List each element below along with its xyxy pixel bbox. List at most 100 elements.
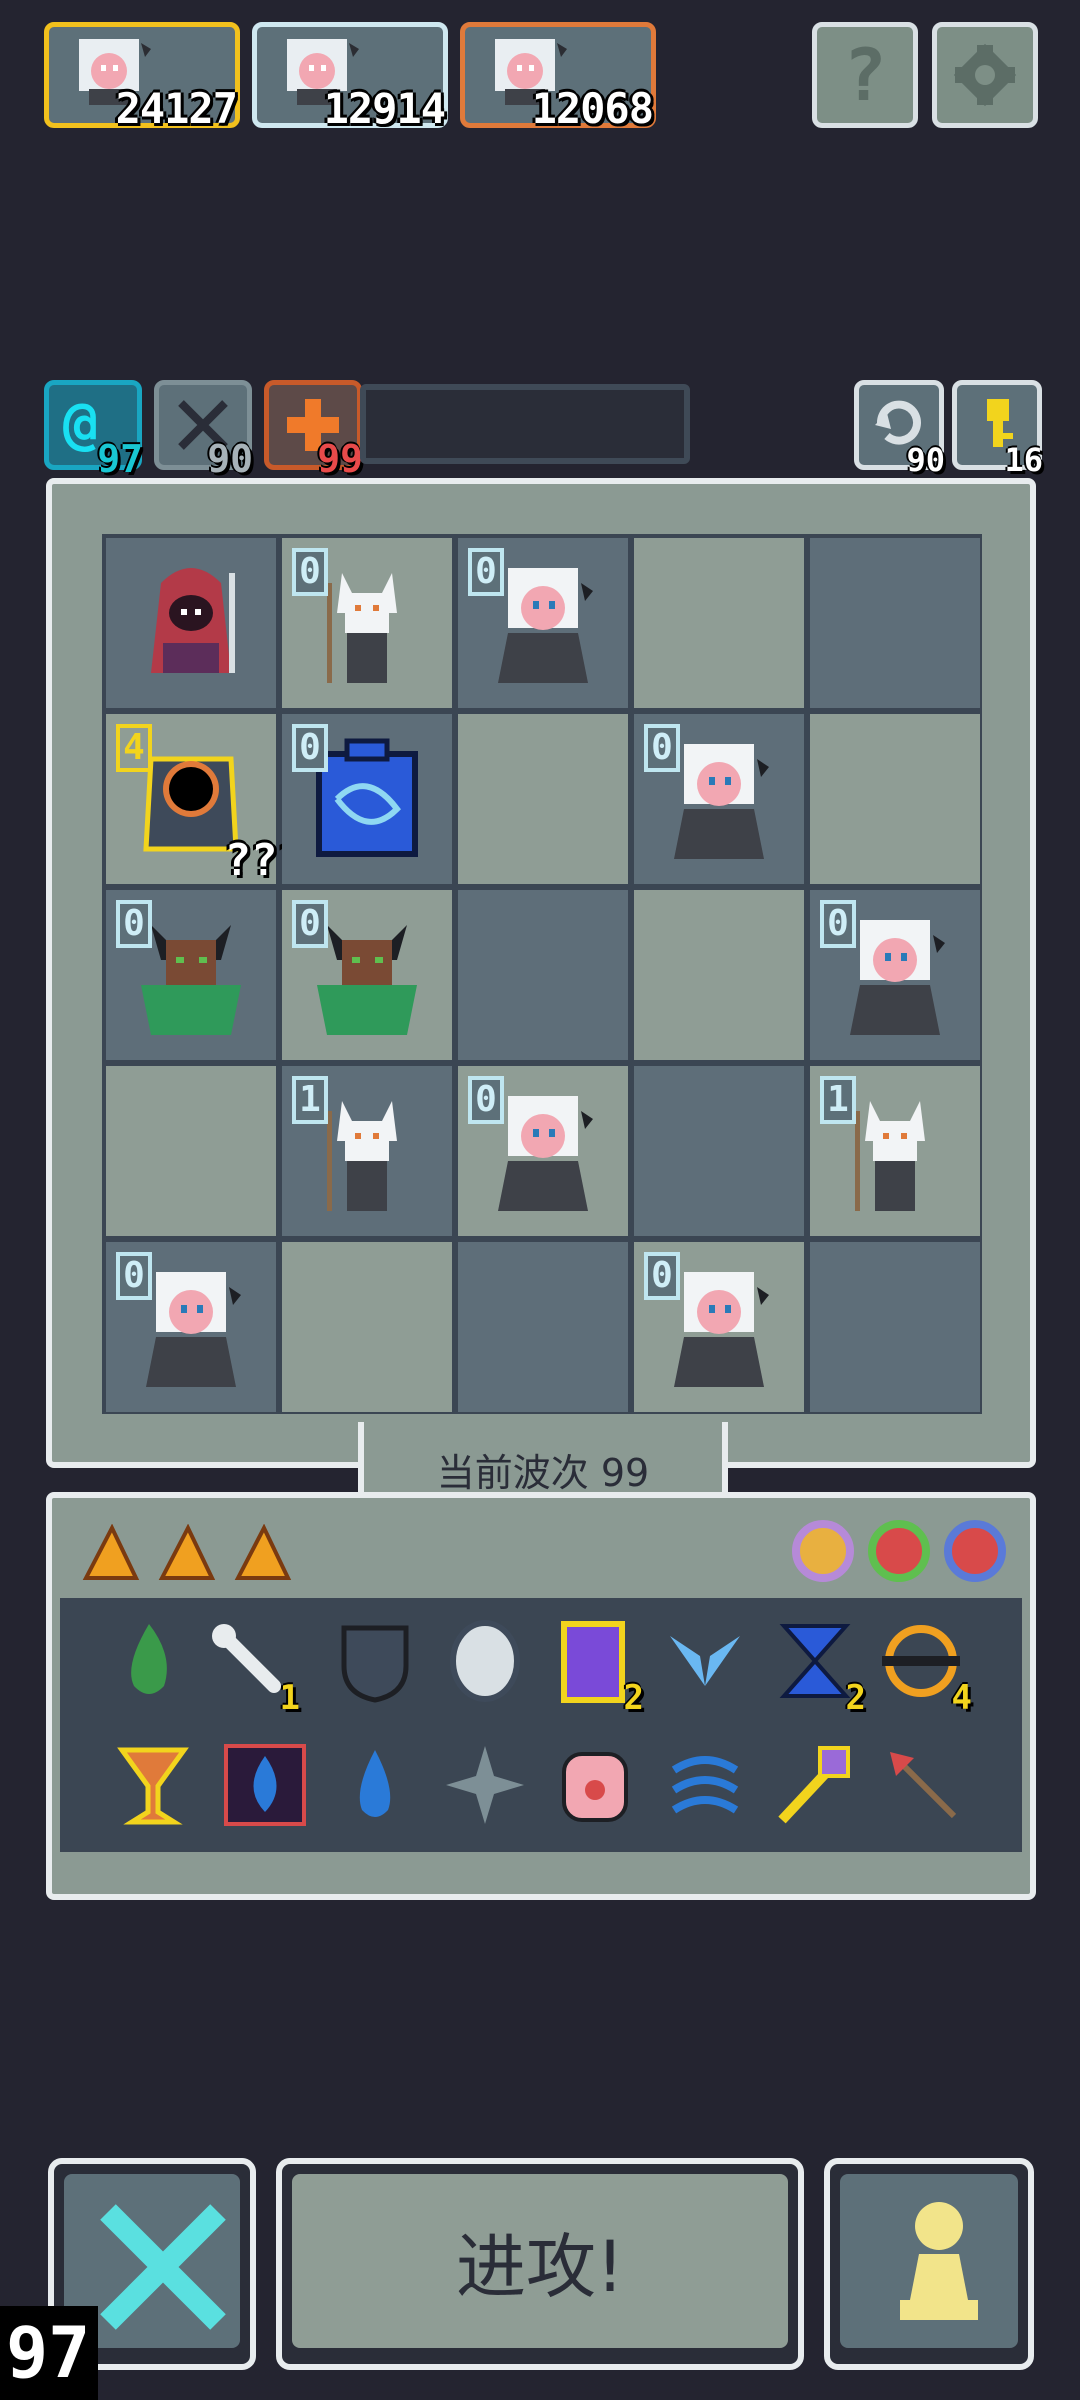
unit-level: 1 [820, 1076, 856, 1124]
board-cell[interactable] [634, 890, 804, 1060]
water-tome-item[interactable] [220, 1740, 310, 1830]
shuriken-icon [446, 1746, 524, 1824]
blue-orb-icon[interactable] [944, 1520, 1006, 1582]
attack-button[interactable]: 进攻! [276, 2158, 804, 2370]
shard-icon[interactable] [158, 1524, 216, 1582]
pawn-button[interactable] [824, 2158, 1034, 2370]
purple-orb-icon[interactable] [792, 1520, 854, 1582]
item-count: 2 [845, 1678, 866, 1718]
board-cell[interactable] [282, 1242, 452, 1412]
gear-icon [953, 43, 1017, 107]
chalice-icon [117, 1747, 189, 1825]
ring-orb-item[interactable]: 4 [876, 1616, 972, 1718]
board-cell[interactable] [634, 538, 804, 708]
potion-jar-item[interactable]: 2 [548, 1616, 644, 1718]
board-cell[interactable]: 0 [458, 538, 628, 708]
stat-sword[interactable]: 90 [154, 380, 253, 481]
shard-icon[interactable] [82, 1524, 140, 1582]
board-cell[interactable]: 0 [106, 1242, 276, 1412]
hero-score: 12914 [323, 84, 446, 133]
board-cell[interactable] [634, 1066, 804, 1236]
unit-level: 0 [644, 724, 680, 772]
board-cell[interactable] [106, 1066, 276, 1236]
board-cell[interactable] [810, 714, 980, 884]
shield-icon [341, 1625, 409, 1703]
board-cell[interactable] [458, 714, 628, 884]
board-cell[interactable]: 0 [634, 1242, 804, 1412]
unit-level: 0 [468, 1076, 504, 1124]
refresh-button[interactable]: 90 [854, 380, 945, 479]
unit-level: 4 [116, 724, 152, 772]
settings-button[interactable] [932, 22, 1038, 128]
unit-level: 0 [292, 724, 328, 772]
hero-card-1[interactable]: 24127 [44, 22, 240, 133]
refresh-count: 90 [906, 441, 945, 479]
water-tome-icon [224, 1744, 306, 1826]
unit-level: 0 [292, 900, 328, 948]
attack-label: 进攻! [455, 2225, 625, 2308]
board-cell[interactable] [106, 538, 276, 708]
water-drop-icon [359, 1750, 391, 1817]
unit-level: 0 [116, 900, 152, 948]
item-count: 2 [623, 1678, 644, 1718]
board-cell[interactable] [810, 1242, 980, 1412]
hero-card-2[interactable]: 12914 [252, 22, 448, 133]
stat-cross[interactable]: 99 [264, 380, 363, 481]
mirror-item[interactable] [440, 1616, 530, 1706]
bone-item[interactable]: 1 [204, 1616, 300, 1718]
board-cell[interactable]: 4 ??? [106, 714, 304, 886]
mirror-icon [450, 1620, 520, 1702]
shield-item[interactable] [330, 1616, 420, 1706]
fps-counter: 97 [0, 2306, 98, 2400]
blue-wings-item[interactable] [660, 1616, 750, 1706]
board-cell[interactable]: 0 [634, 714, 804, 884]
board-cell[interactable]: 0 [106, 890, 276, 1060]
board-cell[interactable] [458, 890, 628, 1060]
stat-value: 99 [317, 437, 363, 481]
board-cell[interactable]: 0 [810, 890, 980, 1060]
progress-bar [360, 384, 690, 464]
stat-spiral[interactable]: @ 97 [44, 380, 143, 481]
green-flame-item[interactable] [104, 1616, 194, 1706]
pawn-icon [900, 2202, 978, 2320]
green-orb-icon[interactable] [868, 1520, 930, 1582]
chalice-item[interactable] [108, 1740, 198, 1830]
key-count: 16 [1004, 441, 1043, 479]
wave-item[interactable] [660, 1740, 750, 1830]
board-cell[interactable]: 0 [282, 890, 452, 1060]
eye-hand-item[interactable] [550, 1740, 640, 1830]
arrow-item[interactable] [878, 1740, 968, 1830]
board-cell[interactable]: 0 [282, 714, 452, 884]
arrow-icon [890, 1752, 957, 1819]
unit-level: 0 [644, 1252, 680, 1300]
crossed-swords-icon [100, 2204, 226, 2330]
wave-label: 当前波次 99 [436, 1450, 650, 1495]
water-drop-item[interactable] [330, 1740, 420, 1830]
stat-value: 97 [97, 437, 143, 481]
staff-item[interactable] [768, 1740, 858, 1830]
eye-hand-icon [562, 1752, 628, 1822]
board-cell[interactable] [458, 1242, 628, 1412]
item-count: 4 [951, 1678, 972, 1718]
board-frame: 0 0 4 ??? 0 0 0 0 0 1 0 1 0 0 [46, 478, 1036, 1468]
hero-card-3[interactable]: 12068 [460, 22, 656, 133]
shuriken-item[interactable] [440, 1740, 530, 1830]
board-cell[interactable]: 1 [282, 1066, 452, 1236]
item-count: 1 [279, 1678, 300, 1718]
hourglass-item[interactable]: 2 [770, 1616, 866, 1718]
key-button[interactable]: 16 [952, 380, 1043, 479]
shard-icon[interactable] [234, 1524, 292, 1582]
hero-score: 24127 [115, 84, 238, 133]
unit-level: 0 [292, 548, 328, 596]
unit-level: 1 [292, 1076, 328, 1124]
spiral-icon: @ [63, 389, 98, 457]
board-grid: 0 0 4 ??? 0 0 0 0 0 1 0 1 0 0 [102, 534, 982, 1414]
stat-value: 90 [207, 437, 253, 481]
board-cell[interactable]: 1 [810, 1066, 980, 1236]
unit-level: 0 [468, 548, 504, 596]
board-cell[interactable]: 0 [282, 538, 452, 708]
help-button[interactable]: ? [812, 22, 918, 128]
board-cell[interactable] [810, 538, 980, 708]
unit-level: 0 [820, 900, 856, 948]
board-cell[interactable]: 0 [458, 1066, 628, 1236]
